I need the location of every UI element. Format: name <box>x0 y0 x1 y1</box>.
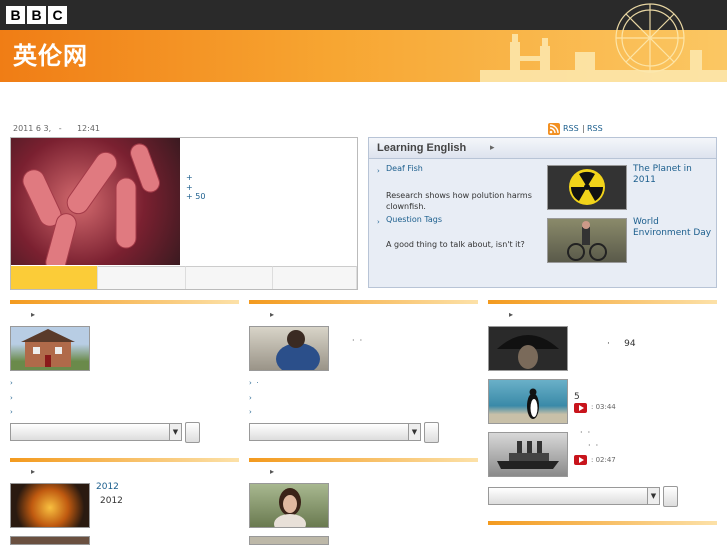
arrow-right-icon[interactable]: ▸ <box>31 310 35 319</box>
house-thumbnail[interactable] <box>10 326 90 371</box>
video-caption: · · <box>580 428 591 437</box>
rss-link-2[interactable]: RSS <box>587 124 603 133</box>
section-divider <box>10 458 239 462</box>
feature-tab-4[interactable] <box>273 266 357 289</box>
list-bullet-icon[interactable]: › <box>10 394 13 402</box>
arrow-right-icon[interactable]: ▸ <box>270 467 274 476</box>
planet-thumbnail[interactable] <box>547 165 627 210</box>
arrow-right-icon[interactable]: ▸ <box>270 310 274 319</box>
list-bullet-icon[interactable]: › · <box>249 379 258 387</box>
dateline: 2011 6 3, - 12:41 <box>13 124 100 133</box>
feature-bullet-1[interactable]: + <box>186 173 193 182</box>
arrow-right-icon[interactable]: ▸ <box>490 143 495 153</box>
world-environment-day-link[interactable]: World Environment Day <box>633 217 713 239</box>
column1-go-button[interactable] <box>185 422 200 443</box>
feature-tab-1[interactable] <box>11 266 98 289</box>
row2-col2-thumbnail-2[interactable] <box>249 536 329 545</box>
learning-english-title[interactable]: Learning English <box>377 142 466 154</box>
student-thumbnail[interactable] <box>249 326 329 375</box>
list-bullet-icon[interactable]: › <box>249 408 252 416</box>
bbc-logo-b1[interactable]: B <box>6 6 25 24</box>
row2-col1-thumbnail-2[interactable] <box>10 536 90 545</box>
learning-item-desc: A good thing to talk about, isn't it? <box>386 240 525 249</box>
site-title[interactable]: 英伦网 <box>13 36 88 71</box>
column2-go-button[interactable] <box>424 422 439 443</box>
column1-dropdown[interactable]: ▼ <box>10 423 182 441</box>
play-icon[interactable] <box>574 403 587 413</box>
column2-caption: · · <box>352 336 363 345</box>
bbc-logo-c[interactable]: C <box>48 6 67 24</box>
chevron-down-icon[interactable]: ▼ <box>169 424 181 440</box>
feature-image[interactable] <box>11 138 180 273</box>
list-bullet-icon[interactable]: › <box>10 379 13 387</box>
column3-go-button[interactable] <box>663 486 678 507</box>
planet-2011-link[interactable]: The Planet in 2011 <box>633 164 713 186</box>
list-bullet-icon: › <box>377 167 380 175</box>
arrow-right-icon[interactable]: ▸ <box>31 467 35 476</box>
video-duration: : 02:47 <box>591 456 616 464</box>
portrait-thumbnail[interactable] <box>249 483 329 534</box>
video-caption: 5 <box>574 392 580 402</box>
learning-item-question-tags[interactable]: Question Tags <box>386 215 442 224</box>
column2-dropdown[interactable]: ▼ <box>249 423 421 441</box>
bbc-logo-b2[interactable]: B <box>27 6 46 24</box>
fire-thumbnail[interactable] <box>10 483 90 528</box>
list-bullet-icon[interactable]: › <box>10 408 13 416</box>
rss-link-1[interactable]: RSS <box>563 124 579 133</box>
chevron-down-icon[interactable]: ▼ <box>647 488 659 504</box>
video-caption: · · <box>588 441 599 450</box>
environment-day-thumbnail[interactable] <box>547 218 627 263</box>
section-divider <box>10 300 239 304</box>
learning-item-desc: Research shows how polution harms clownf… <box>386 191 532 211</box>
video-duration: : 03:44 <box>591 403 616 411</box>
penguin-thumbnail[interactable] <box>488 379 568 424</box>
feature-tab-2[interactable] <box>98 266 186 289</box>
arrow-right-icon[interactable]: ▸ <box>509 310 513 319</box>
feature-bullet-3[interactable]: + 50 <box>186 192 205 201</box>
list-bullet-icon: › <box>377 218 380 226</box>
chevron-down-icon[interactable]: ▼ <box>408 424 420 440</box>
section-divider <box>249 300 478 304</box>
rss-icon[interactable] <box>548 123 560 135</box>
feature-tab-3[interactable] <box>186 266 273 289</box>
titanic-thumbnail[interactable] <box>488 432 568 477</box>
list-bullet-icon[interactable]: › <box>249 394 252 402</box>
learning-item-deaf-fish[interactable]: Deaf Fish <box>386 164 423 173</box>
video-caption: · 94 <box>607 339 636 349</box>
section-divider <box>488 300 717 304</box>
feature-bullet-2[interactable]: + <box>186 183 193 192</box>
section-divider <box>488 521 717 525</box>
rss-separator: | <box>582 124 585 133</box>
section-divider <box>249 458 478 462</box>
play-icon[interactable] <box>574 455 587 465</box>
row2-col1-text: 2012 <box>100 496 123 506</box>
row2-col1-link[interactable]: 2012 <box>96 482 119 492</box>
column3-dropdown[interactable]: ▼ <box>488 487 660 505</box>
umbrella-thumbnail[interactable] <box>488 326 568 371</box>
learning-english-panel <box>368 137 717 288</box>
london-skyline-graphic <box>480 3 727 82</box>
